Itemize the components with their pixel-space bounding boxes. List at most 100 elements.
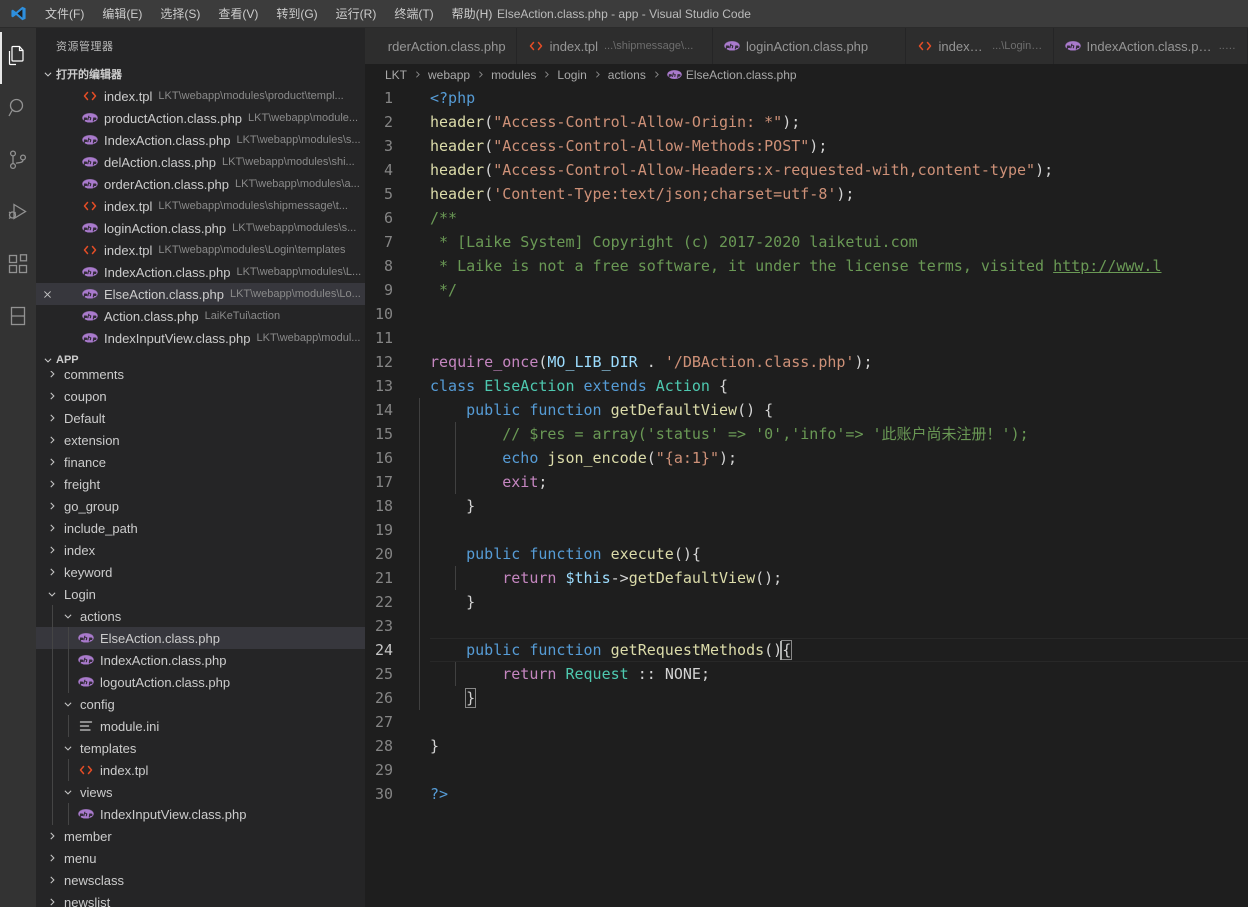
menu-help[interactable]: 帮助(H) xyxy=(443,2,502,26)
tree-folder-row[interactable]: freight xyxy=(36,473,365,495)
editor-tab[interactable]: IndexAction.class.php ...\L xyxy=(1053,28,1248,64)
open-editor-item[interactable]: loginAction.class.php LKT\webapp\modules\… xyxy=(36,217,365,239)
code-line[interactable]: 7 * [Laike System] Copyright (c) 2017-20… xyxy=(365,230,1248,254)
tree-file-row[interactable]: ElseAction.class.php xyxy=(36,627,365,649)
code-line[interactable]: 5 header('Content-Type:text/json;charset=… xyxy=(365,182,1248,206)
code-line[interactable]: 26 } xyxy=(365,686,1248,710)
code-line[interactable]: 27 xyxy=(365,710,1248,734)
editor-tab[interactable]: rderAction.class.php xyxy=(365,28,517,64)
activity-search[interactable] xyxy=(0,84,36,136)
breadcrumb-item[interactable]: ElseAction.class.php xyxy=(666,68,798,82)
code-line[interactable]: 20 public function execute(){ xyxy=(365,542,1248,566)
editor-tab[interactable]: index.tpl ...\shipmessage\... xyxy=(516,28,713,64)
open-editor-item[interactable]: orderAction.class.php LKT\webapp\modules\… xyxy=(36,173,365,195)
tree-folder-row[interactable]: coupon xyxy=(36,385,365,407)
code-line[interactable]: 25 return Request :: NONE; xyxy=(365,662,1248,686)
code-line[interactable]: 29 xyxy=(365,758,1248,782)
tree-folder-row[interactable]: extension xyxy=(36,429,365,451)
open-editor-item[interactable]: IndexAction.class.php LKT\webapp\modules\… xyxy=(36,261,365,283)
open-editor-item[interactable]: IndexInputView.class.php LKT\webapp\modul… xyxy=(36,327,365,349)
chevron-right-icon xyxy=(44,831,60,841)
tree-folder-row[interactable]: comments xyxy=(36,371,365,385)
open-editor-item[interactable]: index.tpl LKT\webapp\modules\Login\templa… xyxy=(36,239,365,261)
code-line[interactable]: 12 require_once(MO_LIB_DIR . '/DBAction.c… xyxy=(365,350,1248,374)
menu-go[interactable]: 转到(G) xyxy=(267,2,326,26)
code-line[interactable]: 10 xyxy=(365,302,1248,326)
editor-tab[interactable]: loginAction.class.php xyxy=(713,28,906,64)
tree-folder-row[interactable]: menu xyxy=(36,847,365,869)
tree-file-row[interactable]: index.tpl xyxy=(36,759,365,781)
menu-run[interactable]: 运行(R) xyxy=(327,2,386,26)
tree-file-row[interactable]: IndexAction.class.php xyxy=(36,649,365,671)
code-line[interactable]: 14 public function getDefaultView() { xyxy=(365,398,1248,422)
menu-selection[interactable]: 选择(S) xyxy=(151,2,209,26)
code-line[interactable]: 11 xyxy=(365,326,1248,350)
open-editor-item[interactable]: index.tpl LKT\webapp\modules\product\temp… xyxy=(36,85,365,107)
tree-folder-row[interactable]: member xyxy=(36,825,365,847)
tree-folder-row[interactable]: templates xyxy=(36,737,365,759)
open-editor-item[interactable]: ElseAction.class.php LKT\webapp\modules\L… xyxy=(36,283,365,305)
tree-folder-row[interactable]: Login xyxy=(36,583,365,605)
menu-edit[interactable]: 编辑(E) xyxy=(93,2,151,26)
activity-source-control[interactable] xyxy=(0,136,36,188)
code-line[interactable]: 24 public function getRequestMethods(){ xyxy=(365,638,1248,662)
tree-folder-row[interactable]: include_path xyxy=(36,517,365,539)
tree-folder-row[interactable]: go_group xyxy=(36,495,365,517)
tree-file-row[interactable]: logoutAction.class.php xyxy=(36,671,365,693)
editor-tab[interactable]: index.tpl ...\Login\... xyxy=(905,28,1054,64)
code-line[interactable]: 22 } xyxy=(365,590,1248,614)
open-editor-item[interactable]: Action.class.php LaiKeTui\action xyxy=(36,305,365,327)
code-line[interactable]: 4 header("Access-Control-Allow-Headers:x-… xyxy=(365,158,1248,182)
tree-folder-row[interactable]: newslist xyxy=(36,891,365,907)
menu-file[interactable]: 文件(F) xyxy=(36,2,93,26)
code-line[interactable]: 19 xyxy=(365,518,1248,542)
breadcrumb-item[interactable]: LKT xyxy=(384,68,408,82)
tree-folder-row[interactable]: index xyxy=(36,539,365,561)
tree-folder-row[interactable]: config xyxy=(36,693,365,715)
code-line[interactable]: 15 // $res = array('status' => '0','info… xyxy=(365,422,1248,446)
tree-file-row[interactable]: module.ini xyxy=(36,715,365,737)
tree-folder-row[interactable]: actions xyxy=(36,605,365,627)
code-line[interactable]: 28} xyxy=(365,734,1248,758)
code-line[interactable]: 21 return $this->getDefaultView(); xyxy=(365,566,1248,590)
open-editor-item[interactable]: IndexAction.class.php LKT\webapp\modules\… xyxy=(36,129,365,151)
workspace-folder-header[interactable]: APP xyxy=(36,349,365,371)
breadcrumb-item[interactable]: actions xyxy=(607,68,647,82)
open-editor-item[interactable]: delAction.class.php LKT\webapp\modules\sh… xyxy=(36,151,365,173)
menu-terminal[interactable]: 终端(T) xyxy=(385,2,442,26)
tree-file-row[interactable]: IndexInputView.class.php xyxy=(36,803,365,825)
code-line[interactable]: 8 * Laike is not a free software, it und… xyxy=(365,254,1248,278)
code-token: return xyxy=(502,569,557,587)
tree-folder-row[interactable]: keyword xyxy=(36,561,365,583)
open-editor-item[interactable]: productAction.class.php LKT\webapp\module… xyxy=(36,107,365,129)
code-line[interactable]: 30 ?> xyxy=(365,782,1248,806)
breadcrumb-item[interactable]: Login xyxy=(556,68,587,82)
breadcrumb-item[interactable]: webapp xyxy=(427,68,471,82)
code-line[interactable]: 9 */ xyxy=(365,278,1248,302)
open-editors-header[interactable]: 打开的编辑器 xyxy=(36,63,365,85)
line-number: 3 xyxy=(383,137,393,155)
activity-remote-explorer[interactable] xyxy=(0,292,36,344)
code-line[interactable]: 23 xyxy=(365,614,1248,638)
code-editor[interactable]: 1 <?php 2 header("Access-Control-Allow-Orig… xyxy=(365,86,1248,907)
activity-explorer[interactable] xyxy=(0,32,36,84)
tree-folder-row[interactable]: newsclass xyxy=(36,869,365,891)
tree-folder-row[interactable]: Default xyxy=(36,407,365,429)
activity-extensions[interactable] xyxy=(0,240,36,292)
tree-folder-row[interactable]: finance xyxy=(36,451,365,473)
code-line[interactable]: 1 <?php xyxy=(365,86,1248,110)
activity-run-debug[interactable] xyxy=(0,188,36,240)
code-line[interactable]: 18 } xyxy=(365,494,1248,518)
code-line[interactable]: 13 class ElseAction extends Action { xyxy=(365,374,1248,398)
open-editor-item[interactable]: index.tpl LKT\webapp\modules\shipmessage\… xyxy=(36,195,365,217)
code-line[interactable]: 17 exit; xyxy=(365,470,1248,494)
close-icon[interactable] xyxy=(36,289,58,300)
code-line[interactable]: 2 header("Access-Control-Allow-Origin: *"… xyxy=(365,110,1248,134)
tree-folder-row[interactable]: views xyxy=(36,781,365,803)
code-line[interactable]: 6 /** xyxy=(365,206,1248,230)
breadcrumb-item[interactable]: modules xyxy=(490,68,537,82)
code-line[interactable]: 16 echo json_encode("{a:1}"); xyxy=(365,446,1248,470)
menu-view[interactable]: 查看(V) xyxy=(209,2,267,26)
code-line[interactable]: 3 header("Access-Control-Allow-Methods:PO… xyxy=(365,134,1248,158)
